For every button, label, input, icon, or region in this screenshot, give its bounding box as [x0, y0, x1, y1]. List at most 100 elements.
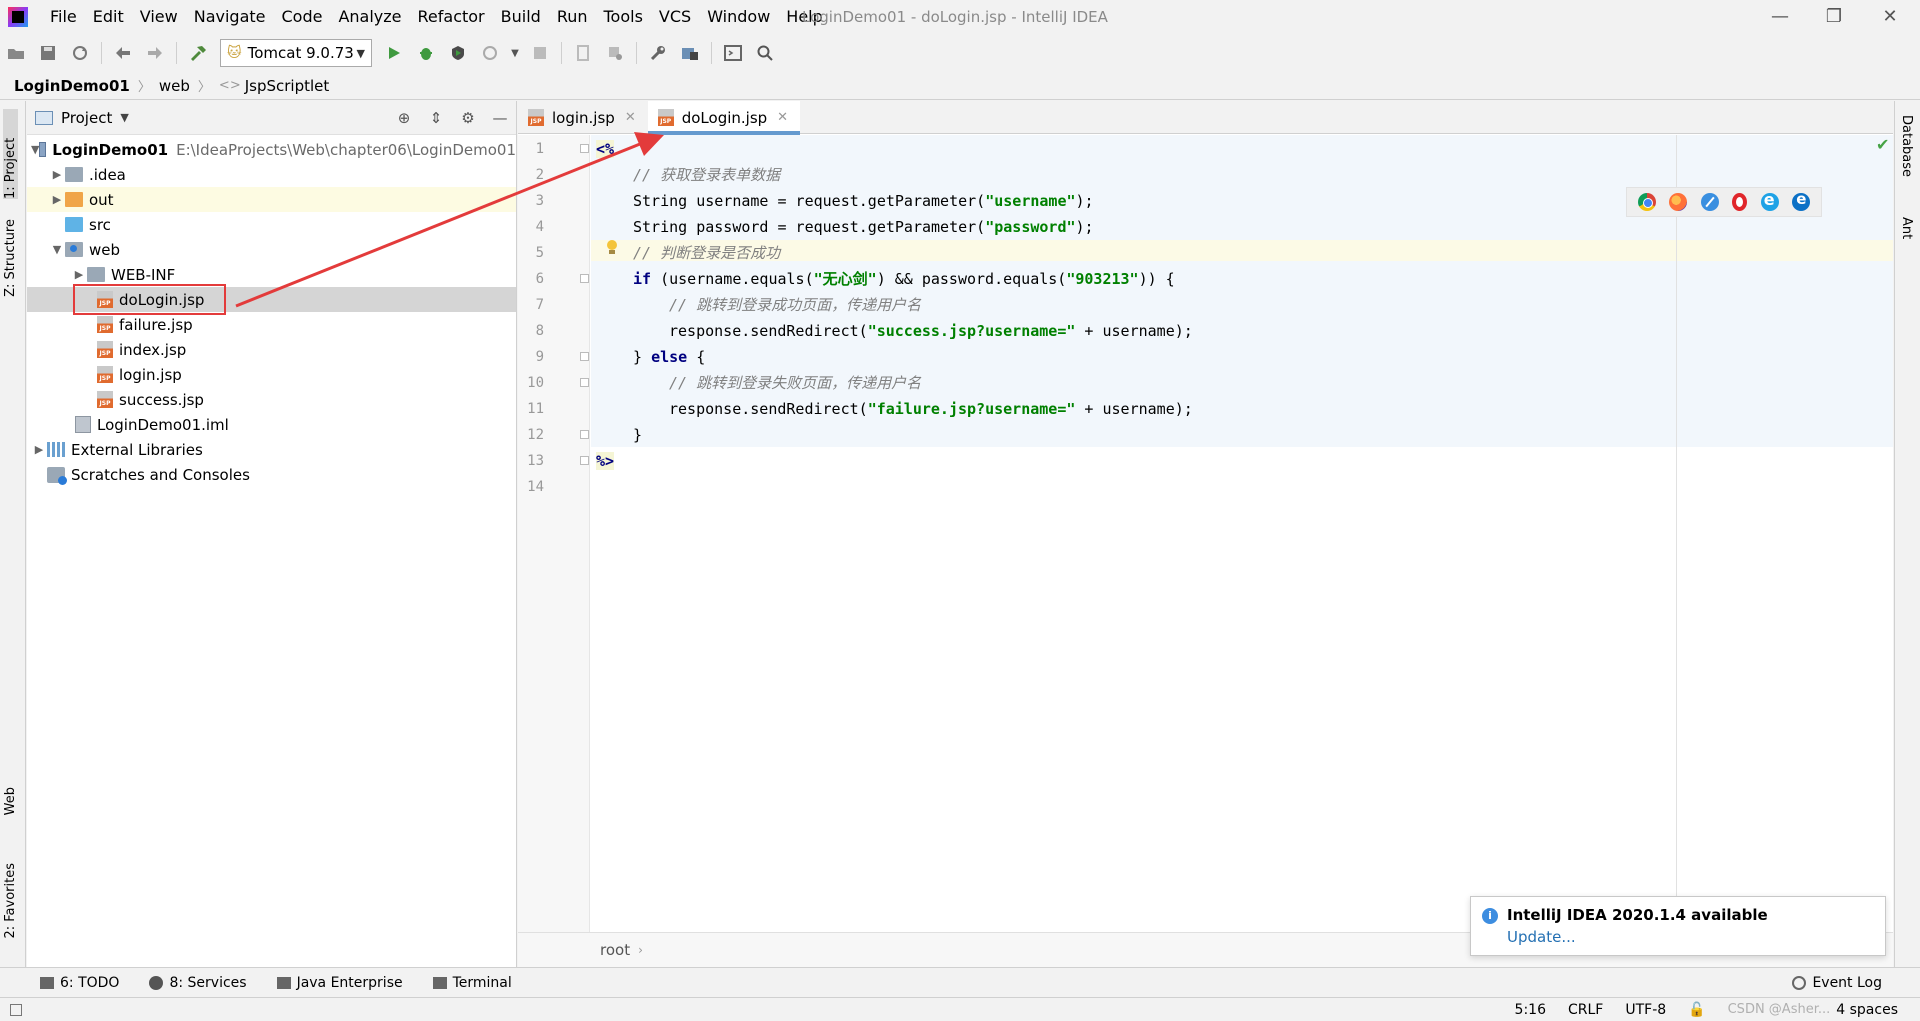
tree-item-root[interactable]: ▼ LoginDemo01 E:\IdeaProjects\Web\chapte…: [27, 137, 516, 162]
tab-project-tool[interactable]: 1: Project: [3, 109, 18, 199]
close-icon[interactable]: ✕: [777, 110, 788, 125]
menu-refactor[interactable]: Refactor: [410, 0, 493, 34]
todo-tool-button[interactable]: 6: TODO: [40, 975, 119, 991]
opera-icon[interactable]: [1732, 193, 1747, 211]
tree-item-success[interactable]: success.jsp: [27, 387, 516, 412]
tab-web-tool[interactable]: Web: [3, 787, 18, 815]
fold-marker-icon[interactable]: [580, 352, 589, 361]
tree-item-failure[interactable]: failure.jsp: [27, 312, 516, 337]
collapsed-arrow-icon[interactable]: ▶: [49, 168, 65, 181]
breadcrumb-element[interactable]: JspScriptlet: [245, 77, 330, 95]
tab-dologin-jsp[interactable]: doLogin.jsp ✕: [648, 101, 800, 134]
caret-position[interactable]: 5:16: [1515, 1002, 1546, 1018]
tree-item-index[interactable]: index.jsp: [27, 337, 516, 362]
file-encoding[interactable]: UTF-8: [1625, 1002, 1666, 1018]
tree-item-src[interactable]: src: [27, 212, 516, 237]
indent-setting[interactable]: 4 spaces: [1836, 1002, 1898, 1018]
search-icon[interactable]: [752, 40, 778, 66]
lightbulb-icon[interactable]: [606, 240, 618, 256]
menu-tools[interactable]: Tools: [596, 0, 651, 34]
event-log-tool-button[interactable]: Event Log: [1792, 975, 1882, 991]
code-line-12[interactable]: }: [633, 425, 642, 446]
minimize-button[interactable]: —: [1752, 0, 1808, 34]
code-line-4[interactable]: String password = request.getParameter("…: [633, 217, 1094, 238]
menu-analyze[interactable]: Analyze: [330, 0, 409, 34]
collapsed-arrow-icon[interactable]: ▶: [31, 443, 47, 456]
terminal-tool-button[interactable]: Terminal: [433, 975, 512, 991]
edge-icon[interactable]: [1792, 193, 1810, 211]
settings-wrench-icon[interactable]: [645, 40, 671, 66]
tree-item-out[interactable]: ▶ out: [27, 187, 516, 212]
forward-icon[interactable]: [142, 40, 168, 66]
tree-item-idea[interactable]: ▶ .idea: [27, 162, 516, 187]
code-line-13[interactable]: %>: [596, 451, 614, 472]
code-line-9[interactable]: } else {: [633, 347, 705, 368]
lock-icon[interactable]: 🔓: [1688, 1002, 1705, 1018]
menu-window[interactable]: Window: [699, 0, 778, 34]
menu-build[interactable]: Build: [493, 0, 549, 34]
chrome-icon[interactable]: [1638, 193, 1656, 211]
menu-view[interactable]: View: [132, 0, 186, 34]
menu-vcs[interactable]: VCS: [651, 0, 699, 34]
menu-edit[interactable]: Edit: [85, 0, 132, 34]
update-link[interactable]: Update...: [1507, 928, 1576, 946]
collapsed-arrow-icon[interactable]: ▶: [49, 193, 65, 206]
locate-target-icon[interactable]: ⊕: [388, 109, 420, 127]
tree-item-iml[interactable]: LoginDemo01.iml: [27, 412, 516, 437]
build-hammer-icon[interactable]: [185, 40, 211, 66]
expanded-arrow-icon[interactable]: ▼: [31, 143, 39, 156]
tree-item-login[interactable]: login.jsp: [27, 362, 516, 387]
menu-run[interactable]: Run: [549, 0, 596, 34]
stop-icon[interactable]: [527, 40, 553, 66]
save-icon[interactable]: [35, 40, 61, 66]
attach-icon[interactable]: [602, 40, 628, 66]
code-line-6[interactable]: if (username.equals("无心剑") && password.e…: [633, 269, 1175, 290]
tree-item-web[interactable]: ▼ web: [27, 237, 516, 262]
firefox-icon[interactable]: [1669, 193, 1687, 211]
line-separator[interactable]: CRLF: [1568, 1002, 1603, 1018]
restore-button[interactable]: ❐: [1806, 0, 1862, 34]
menu-navigate[interactable]: Navigate: [186, 0, 274, 34]
collapse-all-icon[interactable]: ⇕: [420, 109, 452, 127]
tab-database-tool[interactable]: Database: [1899, 115, 1914, 177]
tree-item-scratches[interactable]: Scratches and Consoles: [27, 462, 516, 487]
java-enterprise-tool-button[interactable]: Java Enterprise: [277, 975, 403, 991]
code-line-5[interactable]: // 判断登录是否成功: [633, 243, 780, 264]
tab-structure-tool[interactable]: Z: Structure: [3, 219, 18, 297]
code-line-10[interactable]: // 跳转到登录失败页面，传递用户名: [669, 373, 921, 394]
project-panel-title[interactable]: Project: [61, 109, 112, 127]
code-line-1[interactable]: <%: [596, 139, 614, 160]
menu-file[interactable]: File: [42, 0, 85, 34]
hide-panel-icon[interactable]: —: [484, 109, 516, 127]
project-structure-icon[interactable]: [677, 40, 703, 66]
menu-code[interactable]: Code: [274, 0, 331, 34]
close-icon[interactable]: ✕: [625, 110, 636, 125]
breadcrumb-folder[interactable]: web: [159, 77, 190, 95]
fold-marker-icon[interactable]: [580, 144, 589, 153]
device-icon[interactable]: [570, 40, 596, 66]
tree-item-external-libraries[interactable]: ▶ External Libraries: [27, 437, 516, 462]
code-line-2[interactable]: // 获取登录表单数据: [633, 165, 780, 186]
chevron-down-icon[interactable]: ▼: [120, 111, 128, 124]
safari-icon[interactable]: [1701, 193, 1719, 211]
coverage-icon[interactable]: [445, 40, 471, 66]
internet-explorer-icon[interactable]: [1761, 193, 1779, 211]
inspection-ok-icon[interactable]: ✔: [1876, 135, 1889, 154]
back-icon[interactable]: [110, 40, 136, 66]
close-window-button[interactable]: ✕: [1862, 0, 1918, 34]
sync-icon[interactable]: [67, 40, 93, 66]
run-anything-icon[interactable]: [720, 40, 746, 66]
tab-ant-tool[interactable]: Ant: [1899, 217, 1914, 239]
code-line-3[interactable]: String username = request.getParameter("…: [633, 191, 1094, 212]
code-line-7[interactable]: // 跳转到登录成功页面，传递用户名: [669, 295, 921, 316]
collapsed-arrow-icon[interactable]: ▶: [71, 268, 87, 281]
editor-breadcrumb-root[interactable]: root: [600, 941, 630, 959]
tab-favorites-tool[interactable]: 2: Favorites: [3, 863, 18, 939]
code-line-11[interactable]: response.sendRedirect("failure.jsp?usern…: [669, 399, 1193, 420]
chevron-down-icon[interactable]: ▼: [509, 40, 521, 66]
fold-marker-icon[interactable]: [580, 274, 589, 283]
open-icon[interactable]: [3, 40, 29, 66]
expanded-arrow-icon[interactable]: ▼: [49, 243, 65, 256]
fold-marker-icon[interactable]: [580, 430, 589, 439]
services-tool-button[interactable]: 8: Services: [149, 975, 246, 991]
